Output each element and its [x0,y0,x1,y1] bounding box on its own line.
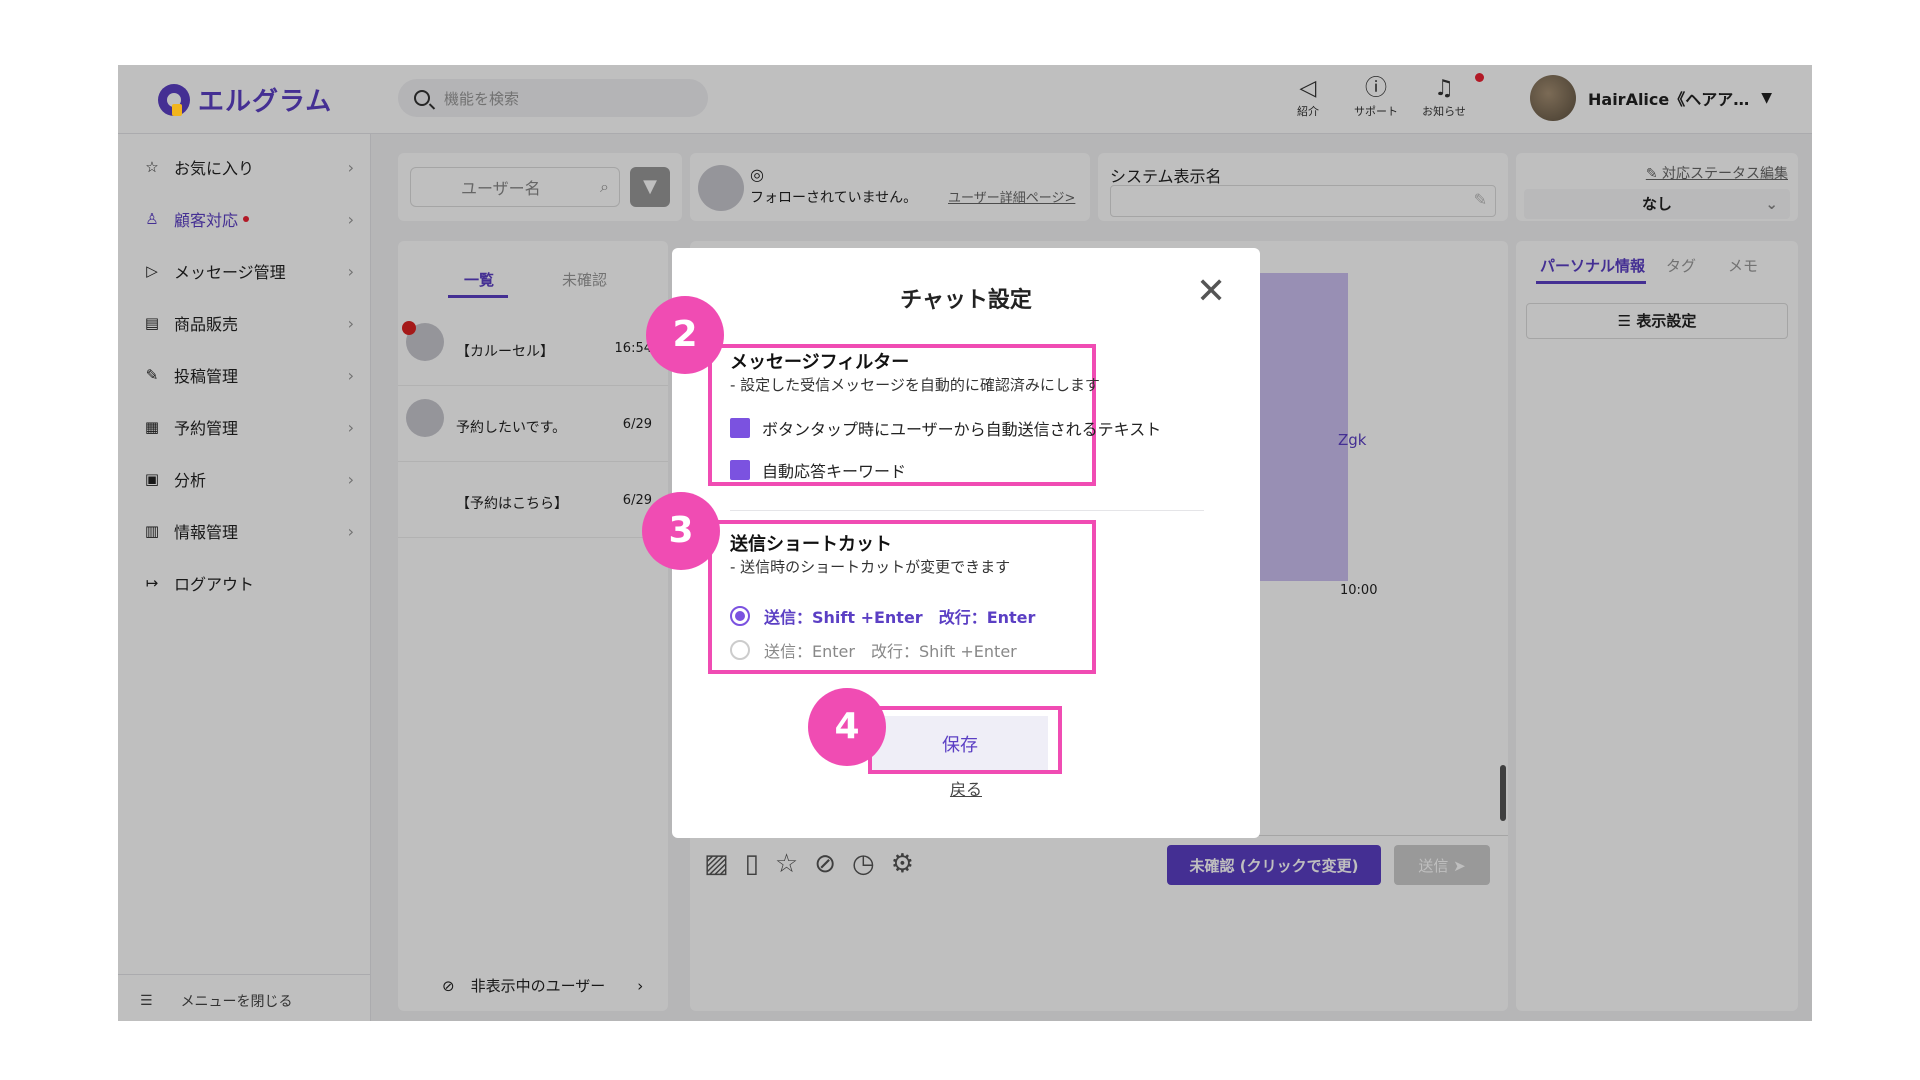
shortcut-option-label: 送信：Shift +Enter 改行：Enter [764,608,1036,627]
shortcut-description: - 送信時のショートカットが変更できます [730,558,1011,576]
radio-selected-icon [730,606,750,626]
filter-heading: メッセージフィルター [730,352,910,373]
section-divider [730,510,1204,511]
checkbox-checked-icon [730,418,750,438]
filter-option-label: 自動応答キーワード [762,462,907,481]
step-badge-4: 4 [808,688,886,766]
chat-settings-dialog: チャット設定 ✕ 2 メッセージフィルター - 設定した受信メッセージを自動的に… [642,248,1260,838]
shortcut-heading: 送信ショートカット [730,534,892,555]
shortcut-option-label: 送信：Enter 改行：Shift +Enter [764,642,1017,661]
save-highlight-box [868,706,1062,774]
step-badge-3: 3 [642,492,720,570]
checkbox-checked-icon [730,460,750,480]
filter-option-label: ボタンタップ時にユーザーから自動送信されるテキスト [762,420,1162,439]
filter-option-keyword[interactable]: 自動応答キーワード [730,458,906,482]
filter-option-button-tap[interactable]: ボタンタップ時にユーザーから自動送信されるテキスト [730,416,1161,440]
shortcut-option-enter[interactable]: 送信：Enter 改行：Shift +Enter [730,638,1017,662]
shortcut-option-shift-enter[interactable]: 送信：Shift +Enter 改行：Enter [730,604,1035,628]
close-icon[interactable]: ✕ [1196,274,1226,310]
filter-description: - 設定した受信メッセージを自動的に確認済みにします [730,376,1100,394]
step-badge-2: 2 [646,296,724,374]
radio-unselected-icon [730,640,750,660]
back-link[interactable]: 戻る [672,776,1260,800]
dialog-title: チャット設定 [900,288,1032,313]
